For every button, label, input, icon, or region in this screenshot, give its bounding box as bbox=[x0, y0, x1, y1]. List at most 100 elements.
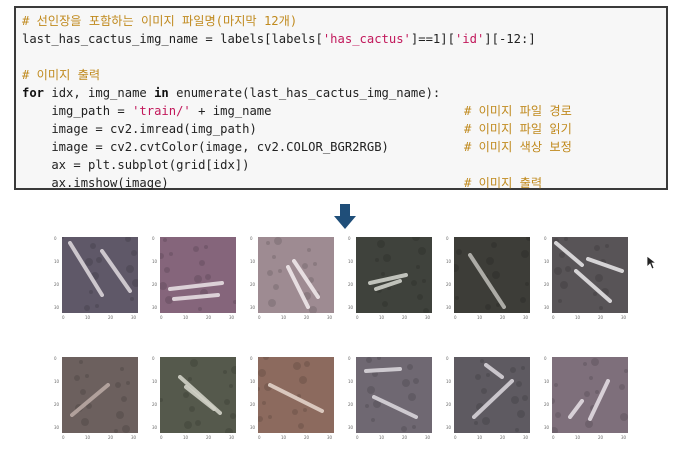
y-tick-label: 20 bbox=[152, 282, 158, 287]
y-tick-label: 10 bbox=[446, 379, 452, 384]
string-literal: 'has_cactus' bbox=[322, 32, 411, 46]
y-tick-label: 20 bbox=[250, 282, 256, 287]
x-tick-label: 20 bbox=[304, 435, 310, 440]
code-line-7: image = cv2.imread(img_path) bbox=[22, 122, 257, 136]
keyword-for: for bbox=[22, 86, 45, 100]
x-tick-label: 20 bbox=[108, 315, 114, 320]
code-line-1: # 선인장을 포함하는 이미지 파일명(마지막 12개) bbox=[22, 13, 297, 29]
x-tick-label: 30 bbox=[327, 435, 333, 440]
x-tick-label: 30 bbox=[327, 315, 333, 320]
x-tick-label: 20 bbox=[598, 315, 604, 320]
cactus-image-thumbnail bbox=[356, 357, 432, 433]
code-line-9: ax = plt.subplot(grid[idx]) bbox=[22, 158, 250, 172]
x-tick-label: 30 bbox=[621, 435, 627, 440]
code-line-5: for idx, img_name in enumerate(last_has_… bbox=[22, 85, 440, 101]
code-text: ][-12:] bbox=[484, 32, 536, 46]
x-tick-label: 0 bbox=[454, 435, 457, 440]
y-tick-label: 0 bbox=[446, 236, 449, 241]
x-tick-label: 20 bbox=[598, 435, 604, 440]
y-tick-label: 0 bbox=[54, 236, 57, 241]
y-tick-label: 0 bbox=[250, 236, 253, 241]
code-line-4: # 이미지 출력 bbox=[22, 67, 100, 83]
y-tick-label: 10 bbox=[348, 259, 354, 264]
y-tick-label: 10 bbox=[152, 379, 158, 384]
y-tick-label: 30 bbox=[54, 305, 60, 310]
y-tick-label: 30 bbox=[348, 305, 354, 310]
string-literal: 'id' bbox=[454, 32, 485, 46]
cactus-image-thumbnail bbox=[356, 237, 432, 313]
x-tick-label: 30 bbox=[229, 435, 235, 440]
cactus-image-thumbnail bbox=[160, 357, 236, 433]
y-tick-label: 20 bbox=[54, 402, 60, 407]
comment-text: # 이미지 파일 읽기 bbox=[464, 122, 572, 136]
y-tick-label: 10 bbox=[250, 379, 256, 384]
code-line-6: img_path = 'train/' + img_name bbox=[22, 103, 271, 119]
y-tick-label: 20 bbox=[54, 282, 60, 287]
y-tick-label: 30 bbox=[446, 305, 452, 310]
x-tick-label: 20 bbox=[206, 435, 212, 440]
y-tick-label: 20 bbox=[446, 282, 452, 287]
cactus-image-thumbnail bbox=[62, 237, 138, 313]
y-tick-label: 0 bbox=[446, 356, 449, 361]
y-tick-label: 30 bbox=[152, 305, 158, 310]
code-line-8: image = cv2.cvtColor(image, cv2.COLOR_BG… bbox=[22, 140, 389, 154]
y-tick-label: 10 bbox=[544, 379, 550, 384]
y-tick-label: 0 bbox=[348, 236, 351, 241]
x-tick-label: 0 bbox=[454, 315, 457, 320]
comment-text: # 이미지 출력 bbox=[22, 68, 101, 82]
x-tick-label: 0 bbox=[552, 435, 555, 440]
x-tick-label: 30 bbox=[131, 435, 137, 440]
y-tick-label: 10 bbox=[54, 259, 60, 264]
down-arrow-icon bbox=[334, 204, 356, 229]
y-tick-label: 10 bbox=[446, 259, 452, 264]
comment-text: # 이미지 색상 보정 bbox=[464, 140, 572, 154]
cactus-image-thumbnail bbox=[160, 237, 236, 313]
y-tick-label: 0 bbox=[250, 356, 253, 361]
x-tick-label: 0 bbox=[356, 435, 359, 440]
code-text: + img_name bbox=[190, 104, 272, 118]
y-tick-label: 30 bbox=[544, 425, 550, 430]
x-tick-label: 30 bbox=[523, 435, 529, 440]
code-cell[interactable]: # 선인장을 포함하는 이미지 파일명(마지막 12개) last_has_ca… bbox=[14, 6, 668, 190]
x-tick-label: 30 bbox=[229, 315, 235, 320]
x-tick-label: 10 bbox=[477, 435, 483, 440]
x-tick-label: 20 bbox=[304, 315, 310, 320]
code-text: enumerate(last_has_cactus_img_name): bbox=[168, 86, 441, 100]
y-tick-label: 30 bbox=[250, 305, 256, 310]
cactus-image-thumbnail bbox=[552, 237, 628, 313]
y-tick-label: 0 bbox=[152, 236, 155, 241]
cactus-image-thumbnail bbox=[62, 357, 138, 433]
code-text: ]==1][ bbox=[410, 32, 455, 46]
y-tick-label: 0 bbox=[544, 356, 547, 361]
x-tick-label: 0 bbox=[552, 315, 555, 320]
y-tick-label: 30 bbox=[54, 425, 60, 430]
code-text: idx, img_name bbox=[44, 86, 155, 100]
x-tick-label: 10 bbox=[575, 315, 581, 320]
cactus-image-thumbnail bbox=[258, 237, 334, 313]
x-tick-label: 20 bbox=[402, 315, 408, 320]
code-line-10: ax.imshow(image) bbox=[22, 176, 169, 190]
y-tick-label: 30 bbox=[152, 425, 158, 430]
x-tick-label: 10 bbox=[477, 315, 483, 320]
cactus-image-thumbnail bbox=[552, 357, 628, 433]
x-tick-label: 30 bbox=[523, 315, 529, 320]
comment-text: # 이미지 파일 경로 bbox=[464, 104, 572, 118]
x-tick-label: 30 bbox=[425, 435, 431, 440]
code-text: last_has_cactus_img_name = labels[labels… bbox=[22, 32, 323, 46]
y-tick-label: 0 bbox=[348, 356, 351, 361]
x-tick-label: 0 bbox=[356, 315, 359, 320]
y-tick-label: 30 bbox=[348, 425, 354, 430]
x-tick-label: 30 bbox=[621, 315, 627, 320]
x-tick-label: 0 bbox=[160, 435, 163, 440]
y-tick-label: 30 bbox=[544, 305, 550, 310]
y-tick-label: 20 bbox=[348, 282, 354, 287]
y-tick-label: 10 bbox=[250, 259, 256, 264]
y-tick-label: 0 bbox=[152, 356, 155, 361]
cactus-image-thumbnail bbox=[454, 357, 530, 433]
code-text: img_path = bbox=[22, 104, 133, 118]
y-tick-label: 20 bbox=[544, 282, 550, 287]
y-tick-label: 20 bbox=[250, 402, 256, 407]
x-tick-label: 30 bbox=[425, 315, 431, 320]
x-tick-label: 20 bbox=[402, 435, 408, 440]
x-tick-label: 20 bbox=[108, 435, 114, 440]
